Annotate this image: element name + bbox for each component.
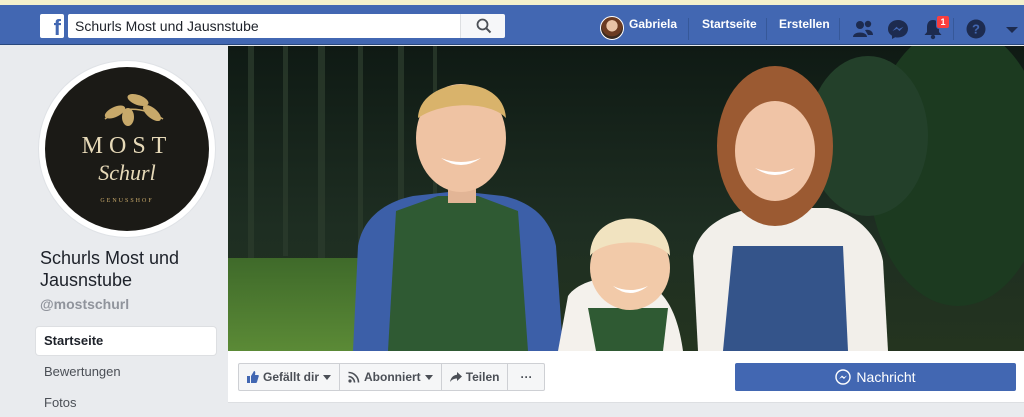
svg-text:GENUSSHOF: GENUSSHOF (100, 198, 153, 204)
nav-create-link[interactable]: Erstellen (779, 17, 830, 31)
friend-requests-icon[interactable] (851, 18, 875, 40)
search-button[interactable] (460, 14, 505, 38)
messenger-icon (835, 369, 852, 385)
action-button-group: Gefällt dir Abonniert Teilen ··· (238, 363, 546, 391)
chevron-down-icon (323, 374, 332, 380)
page-username[interactable]: @mostschurl (40, 296, 129, 312)
sidebar-item-home[interactable]: Startseite (36, 327, 216, 355)
search-box[interactable] (68, 14, 460, 38)
like-button[interactable]: Gefällt dir (239, 364, 341, 390)
notification-badge: 1 (936, 15, 950, 29)
more-options-button[interactable]: ··· (508, 364, 544, 390)
send-message-button[interactable]: Nachricht (735, 363, 1016, 391)
page-logo-icon: MOST Schurl GENUSSHOF (82, 93, 173, 204)
page-action-bar: Gefällt dir Abonniert Teilen ··· Nachric… (228, 351, 1024, 403)
rss-feed-icon (348, 371, 360, 383)
nav-home-link[interactable]: Startseite (702, 17, 757, 31)
thumbs-up-icon (247, 371, 259, 383)
svg-text:?: ? (972, 22, 980, 37)
follow-button-label: Abonniert (364, 370, 421, 384)
chevron-down-icon (424, 374, 433, 380)
account-menu-chevron-down-icon[interactable] (1000, 18, 1024, 40)
sidebar-item-reviews[interactable]: Bewertungen (36, 358, 216, 386)
svg-text:MOST: MOST (82, 133, 173, 159)
sidebar-item-photos[interactable]: Fotos (36, 389, 216, 417)
search-icon (476, 18, 492, 34)
messenger-icon[interactable] (886, 18, 910, 40)
share-arrow-icon (449, 372, 462, 382)
share-button-label: Teilen (465, 370, 500, 384)
send-message-label: Nachricht (856, 369, 916, 385)
share-button[interactable]: Teilen (442, 364, 509, 390)
help-icon[interactable]: ? (964, 18, 988, 40)
cover-photo[interactable] (228, 46, 1024, 351)
avatar[interactable] (600, 16, 624, 40)
more-options-label: ··· (520, 370, 533, 384)
svg-text:Schurl: Schurl (98, 160, 155, 185)
page-title[interactable]: Schurls Most und Jausnstube (40, 247, 220, 291)
like-button-label: Gefällt dir (263, 370, 320, 384)
top-navigation-bar: f Gabriela Startseite Erstellen 1 ? (0, 5, 1024, 45)
divider (766, 18, 767, 40)
cover-photo-image (228, 46, 1024, 351)
divider (953, 18, 954, 40)
profile-picture[interactable]: MOST Schurl GENUSSHOF (45, 67, 209, 231)
divider (839, 18, 840, 40)
divider (688, 18, 689, 40)
facebook-logo-icon[interactable]: f (40, 14, 64, 40)
nav-user-name[interactable]: Gabriela (629, 17, 677, 31)
search-input[interactable] (68, 14, 460, 38)
follow-button[interactable]: Abonniert (340, 364, 442, 390)
